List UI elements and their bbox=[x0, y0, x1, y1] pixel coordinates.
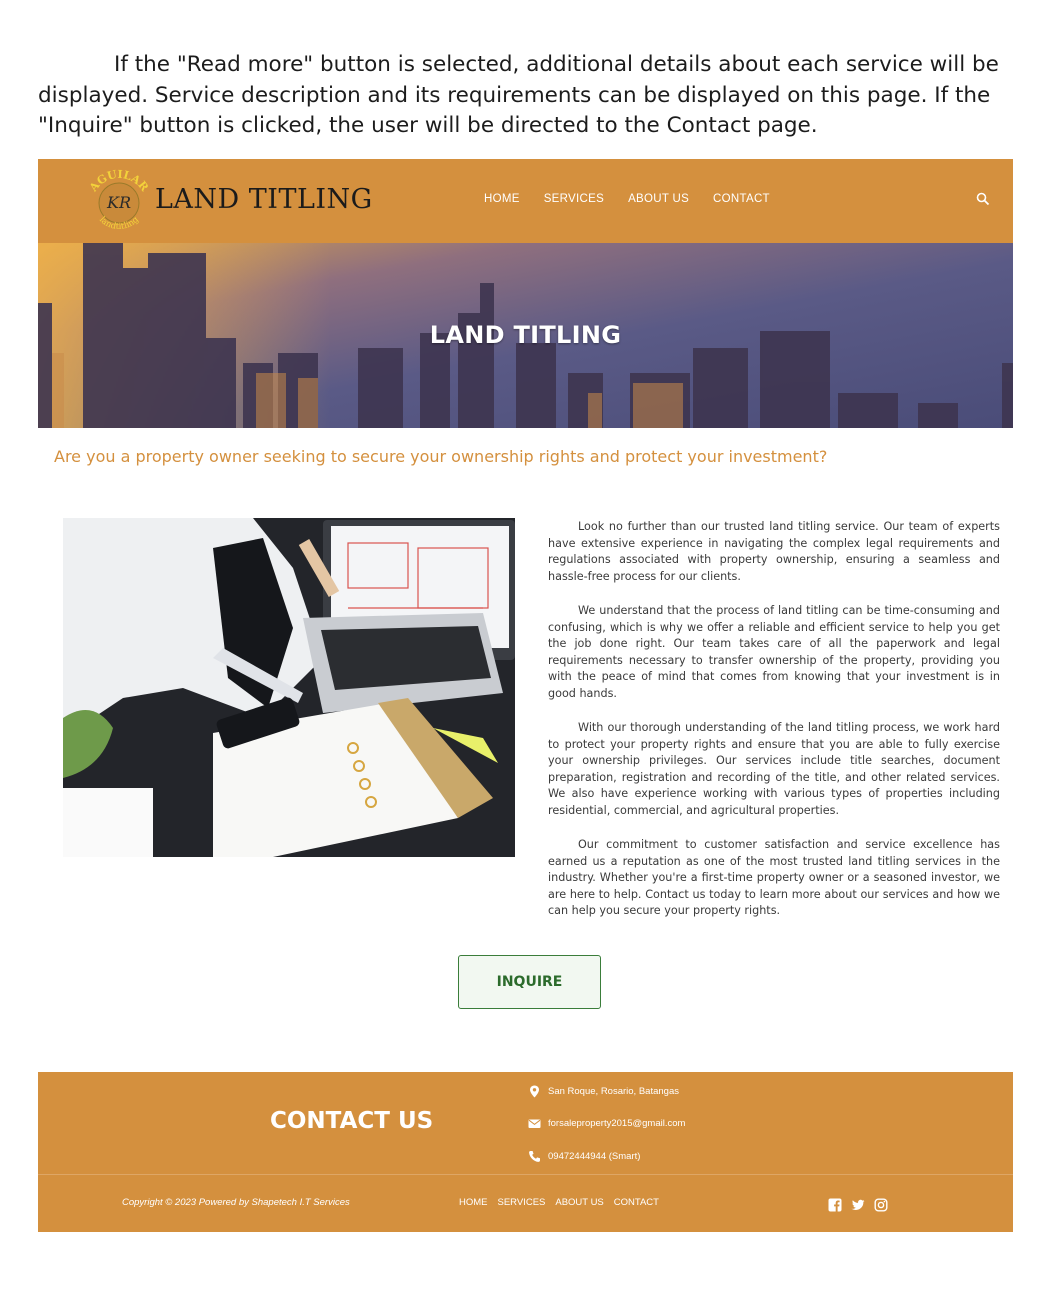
paragraph-2: We understand that the process of land t… bbox=[548, 604, 1000, 700]
copyright: Copyright © 2023 Powered by Shapetech I.… bbox=[122, 1197, 350, 1208]
contact-address: San Roque, Rosario, Batangas bbox=[528, 1085, 679, 1098]
facebook-icon[interactable] bbox=[828, 1198, 842, 1212]
office-laptop-photo bbox=[63, 518, 515, 857]
website-mockup: AGUILAR landtitling KR LAND TITLING HOME… bbox=[38, 159, 1013, 1232]
caption-text: If the "Read more" button is selected, a… bbox=[38, 52, 999, 138]
nav-contact[interactable]: CONTACT bbox=[713, 193, 770, 205]
site-header: AGUILAR landtitling KR LAND TITLING HOME… bbox=[38, 159, 1013, 243]
phone-icon bbox=[529, 1151, 540, 1162]
address-text: San Roque, Rosario, Batangas bbox=[548, 1086, 679, 1097]
instagram-icon[interactable] bbox=[874, 1198, 888, 1212]
caption: If the "Read more" button is selected, a… bbox=[38, 50, 1018, 142]
contact-title: CONTACT US bbox=[270, 1108, 434, 1134]
contact-email: forsaleproperty2015@gmail.com bbox=[528, 1117, 685, 1130]
logo[interactable]: AGUILAR landtitling KR bbox=[84, 167, 154, 237]
envelope-icon bbox=[528, 1119, 541, 1128]
email-text[interactable]: forsaleproperty2015@gmail.com bbox=[548, 1118, 685, 1129]
paragraph-3: With our thorough understanding of the l… bbox=[548, 721, 1000, 817]
hero-title: LAND TITLING bbox=[429, 321, 622, 349]
inquire-button[interactable]: INQUIRE bbox=[458, 955, 601, 1009]
footer-nav-contact[interactable]: CONTACT bbox=[614, 1197, 659, 1208]
hero-banner: LAND TITLING bbox=[38, 243, 1013, 428]
main-nav: HOME SERVICES ABOUT US CONTACT bbox=[484, 193, 770, 205]
nav-services[interactable]: SERVICES bbox=[544, 193, 604, 205]
footer-nav-services[interactable]: SERVICES bbox=[498, 1197, 546, 1208]
site-footer: CONTACT US San Roque, Rosario, Batangas … bbox=[38, 1072, 1013, 1232]
brand-name[interactable]: LAND TITLING bbox=[155, 184, 373, 215]
phone-text[interactable]: 09472444944 (Smart) bbox=[548, 1151, 640, 1162]
paragraph-4: Our commitment to customer satisfaction … bbox=[548, 838, 1000, 917]
location-pin-icon bbox=[530, 1085, 539, 1098]
tagline: Are you a property owner seeking to secu… bbox=[54, 447, 828, 466]
logo-monogram: KR bbox=[106, 193, 131, 212]
contact-phone: 09472444944 (Smart) bbox=[528, 1150, 640, 1163]
twitter-icon[interactable] bbox=[851, 1198, 865, 1212]
footer-nav-home[interactable]: HOME bbox=[459, 1197, 488, 1208]
footer-nav: HOME SERVICES ABOUT US CONTACT bbox=[459, 1197, 659, 1208]
nav-home[interactable]: HOME bbox=[484, 193, 520, 205]
social-links bbox=[828, 1198, 888, 1212]
nav-about-us[interactable]: ABOUT US bbox=[628, 193, 689, 205]
footer-nav-about-us[interactable]: ABOUT US bbox=[555, 1197, 603, 1208]
search-icon[interactable] bbox=[976, 192, 990, 206]
service-description: Look no further than our trusted land ti… bbox=[548, 519, 1000, 938]
paragraph-1: Look no further than our trusted land ti… bbox=[548, 520, 1000, 583]
footer-divider bbox=[38, 1174, 1013, 1175]
